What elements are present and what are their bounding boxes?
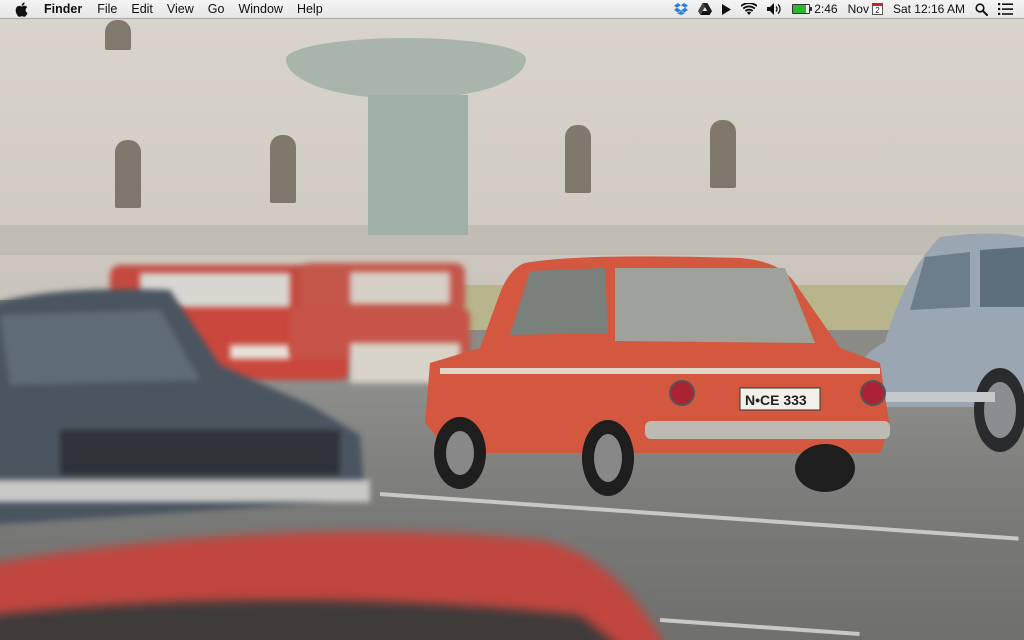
menu-bar: Finder File Edit View Go Window Help 2:4…: [0, 0, 1024, 19]
desktop-wallpaper: N•CE 333: [0, 0, 1024, 640]
apple-icon[interactable]: [15, 1, 29, 17]
wallpaper-window: [710, 120, 736, 188]
battery-status[interactable]: 2:46: [787, 0, 842, 18]
wallpaper-orange-car: N•CE 333: [425, 256, 890, 496]
menu-window[interactable]: Window: [231, 0, 289, 18]
calendar-month: Nov: [847, 2, 869, 16]
battery-time: 2:46: [814, 2, 838, 16]
notification-center-icon[interactable]: [993, 0, 1018, 18]
menu-file[interactable]: File: [90, 0, 124, 18]
dropbox-icon[interactable]: [669, 0, 693, 18]
battery-level: [793, 5, 807, 13]
menu-view[interactable]: View: [160, 0, 201, 18]
wifi-icon[interactable]: [736, 0, 762, 18]
menu-help[interactable]: Help: [290, 0, 330, 18]
battery-icon: [792, 4, 813, 14]
volume-icon[interactable]: [762, 0, 787, 18]
wallpaper-window: [115, 140, 141, 208]
wallpaper-blue-car: [0, 289, 370, 525]
calendar-day: 2: [875, 6, 880, 15]
wallpaper-window: [105, 20, 131, 50]
play-icon[interactable]: [717, 0, 736, 18]
license-plate: N•CE 333: [745, 392, 807, 408]
menu-edit[interactable]: Edit: [124, 0, 160, 18]
wallpaper-red-car-foreground: [0, 531, 663, 640]
spotlight-icon[interactable]: [970, 0, 993, 18]
menu-finder[interactable]: Finder: [42, 0, 90, 18]
clock[interactable]: Sat 12:16 AM: [888, 0, 970, 18]
menu-go[interactable]: Go: [201, 0, 232, 18]
wallpaper-window: [270, 135, 296, 203]
calendar-icon: 2: [871, 3, 883, 15]
wallpaper-window: [565, 125, 591, 193]
calendar-status[interactable]: Nov 2: [843, 0, 888, 18]
wallpaper-fountain-stem: [368, 95, 468, 235]
google-drive-icon[interactable]: [693, 0, 717, 18]
